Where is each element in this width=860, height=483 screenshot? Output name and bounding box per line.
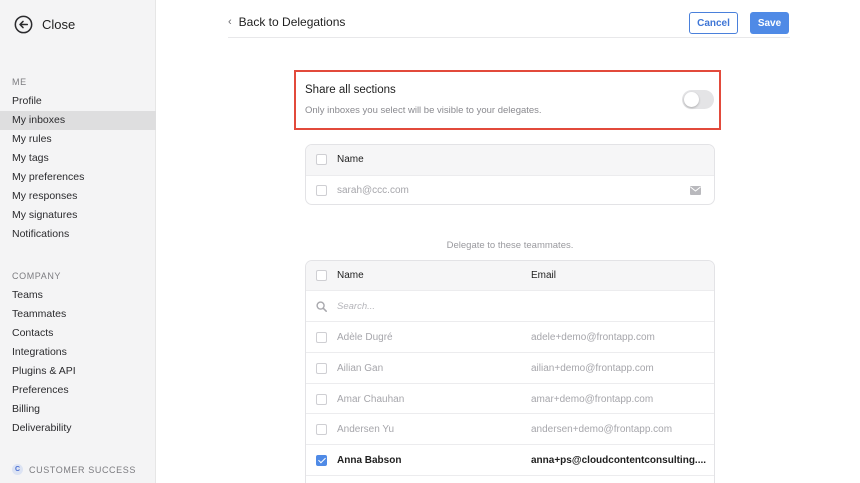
column-header-name: Name [337,154,364,165]
section-label-company: COMPANY [12,271,62,281]
envelope-icon [690,186,701,195]
cancel-button[interactable]: Cancel [689,12,738,34]
table-row[interactable]: Adèle Dugré adele+demo@frontapp.com [306,321,714,352]
toggle-knob [684,92,699,107]
sidebar-item-my-signatures[interactable]: My signatures [0,206,156,225]
teammate-checkbox[interactable] [316,332,327,343]
teammate-email: amar+demo@frontapp.com [531,394,654,405]
back-to-delegations-link[interactable]: ‹ Back to Delegations [228,15,345,29]
save-button[interactable]: Save [750,12,789,34]
sidebar-item-contacts[interactable]: Contacts [0,324,156,343]
close-button[interactable]: Close [14,14,75,34]
teammate-checkbox[interactable] [316,363,327,374]
teammate-email: anna+ps@cloudcontentconsulting.... [531,455,707,466]
sidebar-item-billing[interactable]: Billing [0,400,156,419]
teammate-name: Adèle Dugré [337,332,393,343]
sidebar-item-integrations[interactable]: Integrations [0,343,156,362]
column-header-email: Email [531,270,557,281]
sidebar-item-my-tags[interactable]: My tags [0,149,156,168]
sidebar-item-my-rules[interactable]: My rules [0,130,156,149]
teammate-name: Anna Babson [337,455,402,466]
teammate-checkbox-checked[interactable] [316,455,327,466]
settings-sidebar: Close ME Profile My inboxes My rules My … [0,0,156,483]
delegate-note: Delegate to these teammates. [446,240,574,251]
teammate-email: adele+demo@frontapp.com [531,332,655,343]
table-row[interactable]: Ailian Gan ailian+demo@frontapp.com [306,352,714,383]
section-label-me: ME [12,77,27,87]
close-label: Close [42,16,76,32]
table-header-row: Name [306,145,714,175]
back-arrow-circle-icon [14,15,33,33]
sidebar-item-teammates[interactable]: Teammates [0,305,156,324]
teammate-name: Ailian Gan [337,363,384,374]
customer-success-label: CUSTOMER SUCCESS [29,464,136,475]
table-row [306,475,714,483]
select-all-teammates-checkbox[interactable] [316,270,327,281]
page-header: ‹ Back to Delegations Cancel Save [228,0,790,38]
teammate-checkbox[interactable] [316,424,327,435]
teammate-email: ailian+demo@frontapp.com [531,363,654,374]
teammate-email: andersen+demo@frontapp.com [531,424,673,435]
teammate-search-row[interactable]: Search... [306,290,714,321]
teammate-name: Amar Chauhan [337,394,405,405]
share-all-toggle[interactable] [682,90,714,109]
column-header-name: Name [337,270,364,281]
sidebar-item-deliverability[interactable]: Deliverability [0,419,156,438]
inboxes-table: Name sarah@ccc.com [305,144,715,205]
sidebar-item-preferences[interactable]: Preferences [0,381,156,400]
table-row[interactable]: Amar Chauhan amar+demo@frontapp.com [306,383,714,413]
teammate-name: Andersen Yu [337,424,395,435]
team-badge-icon: C [12,464,23,475]
sidebar-item-plugins-api[interactable]: Plugins & API [0,362,156,381]
teammate-search-input[interactable]: Search... [337,301,375,312]
share-description: Only inboxes you select will be visible … [305,105,542,116]
share-all-sections-panel: Share all sections Only inboxes you sele… [294,70,721,130]
table-header-row: Name Email [306,261,714,290]
sidebar-item-notifications[interactable]: Notifications [0,225,156,244]
table-row[interactable]: Andersen Yu andersen+demo@frontapp.com [306,413,714,444]
sidebar-item-my-responses[interactable]: My responses [0,187,156,206]
sidebar-section-customer-success[interactable]: C CUSTOMER SUCCESS [12,464,136,475]
chevron-left-icon: ‹ [228,16,232,28]
select-all-inboxes-checkbox[interactable] [316,154,327,165]
inbox-name: sarah@ccc.com [337,185,409,196]
table-row[interactable]: sarah@ccc.com [306,175,714,204]
inbox-checkbox[interactable] [316,185,327,196]
teammates-table: Name Email Search... Adèle Dugré adele+d… [305,260,715,483]
share-title: Share all sections [305,84,396,96]
search-icon [316,301,327,312]
sidebar-item-my-inboxes[interactable]: My inboxes [0,111,156,130]
table-row[interactable]: Anna Babson anna+ps@cloudcontentconsulti… [306,444,714,475]
back-label: Back to Delegations [238,15,346,29]
sidebar-item-teams[interactable]: Teams [0,286,156,305]
sidebar-item-profile[interactable]: Profile [0,92,156,111]
teammate-checkbox[interactable] [316,394,327,405]
sidebar-item-my-preferences[interactable]: My preferences [0,168,156,187]
